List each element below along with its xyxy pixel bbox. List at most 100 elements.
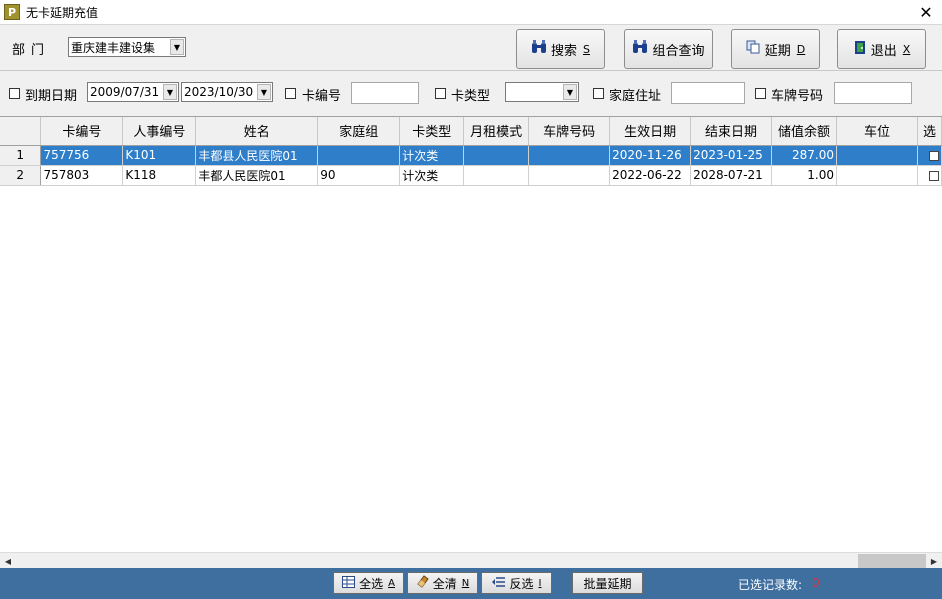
cell-name: 丰都人民医院01 [195,165,319,186]
cell-select [917,145,942,166]
date-to-picker[interactable]: 2023/10/30 ▼ [181,82,273,102]
dept-select[interactable]: 重庆建丰建设集 ▼ [68,37,186,57]
cell-staff-no: K118 [122,165,197,186]
address-checkbox[interactable] [593,88,604,99]
col-header[interactable]: 结束日期 [690,117,773,146]
card-type-select[interactable]: ▼ [505,82,579,102]
cell-type: 计次类 [399,145,465,166]
expire-date-label: 到期日期 [25,89,78,104]
search-hotkey: S [583,42,590,56]
col-header[interactable]: 生效日期 [609,117,692,146]
exit-button-label: 退出 [870,43,897,59]
row-number: 2 [0,165,42,186]
chevron-down-icon[interactable]: ▼ [163,84,177,100]
cell-start: 2022-06-22 [609,165,692,186]
copy-icon [746,40,761,58]
col-header[interactable]: 姓名 [195,117,319,146]
cell-end: 2028-07-21 [690,165,773,186]
table-row[interactable]: 2 757803 K118 丰都人民医院01 90 计次类 2022-06-22… [0,165,942,186]
clear-all-button[interactable]: 全清 N [407,572,478,594]
expire-date-checkbox[interactable] [9,88,20,99]
clear-all-hotkey: N [461,577,470,589]
search-button[interactable]: 搜索 S [516,29,605,69]
chevron-down-icon[interactable]: ▼ [563,84,577,100]
cell-rent [463,165,530,186]
chevron-down-icon[interactable]: ▼ [170,39,184,55]
plate-label: 车牌号码 [771,89,824,104]
table-row[interactable]: 1 757756 K101 丰都县人民医院01 计次类 2020-11-26 2… [0,145,942,166]
cell-card-no: 757756 [40,145,124,166]
cell-balance: 1.00 [771,165,838,186]
col-header[interactable]: 车牌号码 [528,117,611,146]
card-grid[interactable]: 卡编号 人事编号 姓名 家庭组 卡类型 月租模式 车牌号码 生效日期 结束日期 … [0,116,942,552]
extend-hotkey: D [796,42,806,56]
horizontal-scrollbar[interactable]: ◀ ▶ [0,552,942,568]
select-all-button[interactable]: 全选 A [333,572,404,594]
card-type-checkbox[interactable] [435,88,446,99]
chevron-down-icon[interactable]: ▼ [257,84,271,100]
col-header[interactable]: 家庭组 [317,117,401,146]
card-table: 卡编号 人事编号 姓名 家庭组 卡类型 月租模式 车牌号码 生效日期 结束日期 … [0,117,942,186]
batch-extend-label: 批量延期 [583,576,632,591]
grid-check-icon [342,575,356,591]
cell-card-no: 757803 [40,165,124,186]
status-bar: 全选 A 全清 N 反选 I 批量延期 已选记录数: 0 [0,568,942,599]
door-exit-icon [853,40,867,59]
cell-family [317,145,401,166]
extend-button[interactable]: 延期 D [731,29,820,69]
combo-query-label: 组合查询 [652,43,705,59]
invert-label: 反选 [509,576,534,591]
cell-slot [836,145,918,166]
title-bar: P 无卡延期充值 ✕ [0,0,942,24]
close-icon[interactable]: ✕ [916,2,936,22]
cell-staff-no: K101 [122,145,197,166]
card-type-label: 卡类型 [451,89,491,104]
cell-start: 2020-11-26 [609,145,692,166]
row-number: 1 [0,145,42,166]
combo-query-button[interactable]: 组合查询 [624,29,713,69]
card-no-checkbox[interactable] [285,88,296,99]
binoculars-icon [632,40,648,58]
invert-button[interactable]: 反选 I [481,572,552,594]
divider [0,70,942,71]
row-select-checkbox[interactable] [929,150,939,161]
window-title: 无卡延期充值 [26,5,99,20]
scroll-right-icon[interactable]: ▶ [926,553,942,569]
scroll-left-icon[interactable]: ◀ [0,553,16,569]
dept-select-value: 重庆建丰建设集 [71,40,156,55]
cell-type: 计次类 [399,165,465,186]
col-header[interactable]: 人事编号 [122,117,197,146]
cell-family: 90 [317,165,401,186]
col-header[interactable]: 月租模式 [463,117,530,146]
filter-panel: 部门 重庆建丰建设集 ▼ 搜索 S 组合查询 延期 D 退出 X 到期日期 20… [0,24,942,116]
binoculars-icon [531,40,547,58]
cell-balance: 287.00 [771,145,838,166]
filter-row: 到期日期 2009/07/31 ▼ 2023/10/30 ▼ 卡编号 卡类型 ▼… [0,75,942,115]
col-header[interactable]: 储值余额 [771,117,838,146]
col-header[interactable]: 卡编号 [40,117,124,146]
row-header-corner [0,117,42,146]
cell-plate [528,165,611,186]
col-header[interactable]: 选 [917,117,942,146]
batch-extend-button[interactable]: 批量延期 [572,572,643,594]
cell-plate [528,145,611,166]
plate-input[interactable] [834,82,912,104]
eraser-icon [416,575,429,591]
clear-all-label: 全清 [432,576,457,591]
date-to-value: 2023/10/30 [184,85,254,99]
cell-select [917,165,942,186]
col-header[interactable]: 车位 [836,117,918,146]
cell-rent [463,145,530,166]
card-no-input[interactable] [351,82,419,104]
table-header: 卡编号 人事编号 姓名 家庭组 卡类型 月租模式 车牌号码 生效日期 结束日期 … [0,117,942,146]
date-from-picker[interactable]: 2009/07/31 ▼ [87,82,179,102]
plate-checkbox[interactable] [755,88,766,99]
exit-button[interactable]: 退出 X [837,29,926,69]
col-header[interactable]: 卡类型 [399,117,465,146]
exit-hotkey: X [902,42,911,56]
toolbar-row: 部门 重庆建丰建设集 ▼ 搜索 S 组合查询 延期 D 退出 X [0,25,942,73]
address-input[interactable] [671,82,745,104]
scroll-thumb[interactable] [858,554,926,568]
row-select-checkbox[interactable] [929,170,939,181]
date-from-value: 2009/07/31 [90,85,160,99]
